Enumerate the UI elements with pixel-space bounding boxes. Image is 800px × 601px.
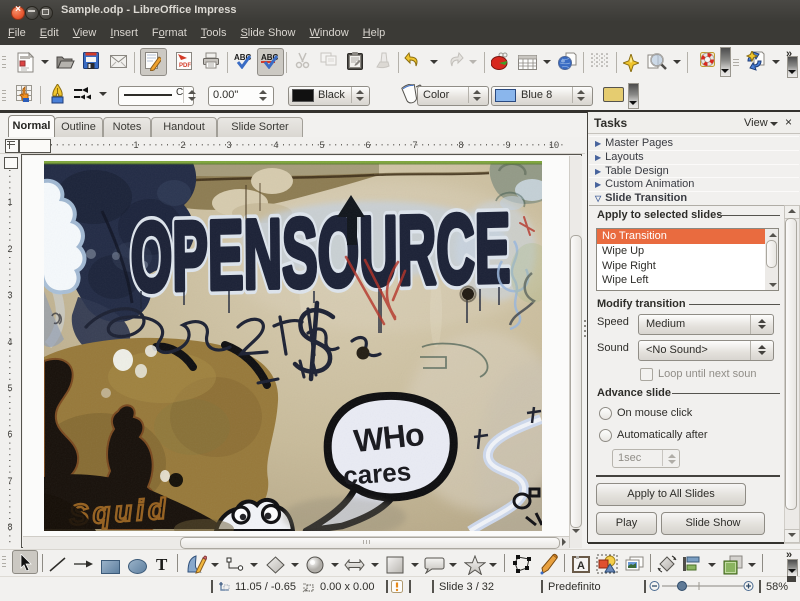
svg-text:6: 6 [365,140,370,150]
svg-text:A: A [577,560,585,572]
svg-text:8: 8 [458,140,463,150]
svg-text:8: 8 [7,522,12,532]
svg-text:10: 10 [549,140,559,150]
svg-text:1: 1 [7,197,12,207]
svg-text:1: 1 [133,140,138,150]
svg-text:5: 5 [7,383,12,393]
svg-text:2: 2 [7,244,12,254]
svg-text:5: 5 [319,140,324,150]
svg-text:4: 4 [273,140,278,150]
svg-text:3: 3 [226,140,231,150]
svg-text:PDF: PDF [179,63,191,69]
svg-text:3: 3 [7,290,12,300]
svg-text:4: 4 [7,337,12,347]
svg-text:7: 7 [412,140,417,150]
svg-text:6: 6 [7,429,12,439]
svg-text:2: 2 [180,140,185,150]
svg-text:9: 9 [505,140,510,150]
svg-text:7: 7 [7,476,12,486]
